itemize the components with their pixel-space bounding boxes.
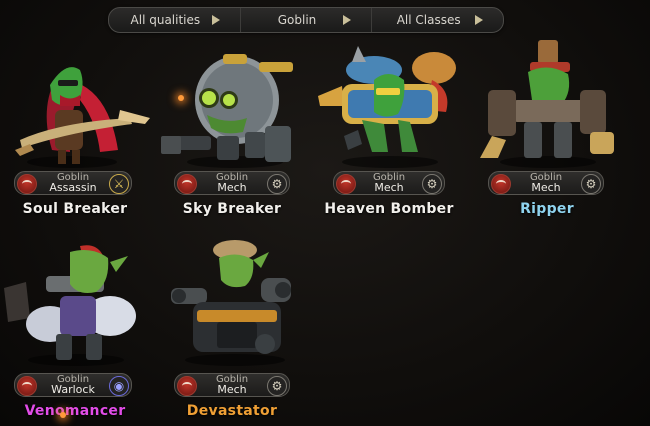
quality-filter[interactable]: All qualities (109, 8, 241, 32)
crossed-blades-icon: ⚔ (109, 174, 129, 194)
hero-portrait (4, 245, 136, 366)
class-filter[interactable]: All Classes (372, 8, 503, 32)
race-filter-label: Goblin (277, 13, 317, 27)
goblin-race-icon (17, 376, 37, 396)
hero-tag: Goblin Mech ⚙ (333, 171, 445, 195)
hero-tag: Goblin Mech ⚙ (174, 171, 290, 195)
hero-name: Sky Breaker (182, 201, 282, 217)
hero-name: Ripper (520, 201, 574, 217)
race-filter[interactable]: Goblin (241, 8, 373, 32)
hero-portrait (480, 40, 614, 168)
class-label: Assassin (49, 181, 97, 194)
hero-tag: Goblin Warlock ◉ (14, 373, 132, 397)
hero-card-sky-breaker[interactable]: Goblin Mech ⚙ Sky Breaker (157, 40, 307, 240)
ember-particle (60, 412, 66, 418)
hero-gallery: All qualities Goblin All Classes Goblin … (0, 0, 650, 426)
hero-portrait (318, 46, 456, 168)
hero-name: Heaven Bomber (324, 201, 454, 217)
hero-card-heaven-bomber[interactable]: Goblin Mech ⚙ Heaven Bomber (314, 40, 464, 240)
class-label: Mech (374, 181, 404, 194)
class-filter-label: All Classes (396, 13, 461, 27)
filter-bar: All qualities Goblin All Classes (108, 7, 504, 33)
gear-icon: ⚙ (581, 174, 601, 194)
hero-card-soul-breaker[interactable]: Goblin Assassin ⚔ Soul Breaker (0, 40, 150, 240)
hero-name: Venomancer (24, 403, 126, 419)
hero-portrait (15, 67, 150, 168)
gear-icon: ⚙ (422, 174, 442, 194)
class-label: Mech (217, 383, 247, 396)
goblin-race-icon (177, 376, 197, 396)
ember-particle (178, 95, 184, 101)
hero-portrait (171, 240, 291, 366)
gear-icon: ⚙ (267, 376, 287, 396)
play-triangle-icon (343, 15, 352, 25)
gear-icon: ⚙ (267, 174, 287, 194)
class-label: Mech (217, 181, 247, 194)
quality-filter-label: All qualities (130, 13, 201, 27)
play-triangle-icon (211, 15, 220, 25)
play-triangle-icon (475, 15, 484, 25)
goblin-race-icon (491, 174, 511, 194)
hero-card-ripper[interactable]: Goblin Mech ⚙ Ripper (472, 40, 622, 240)
hero-card-devastator[interactable]: Goblin Mech ⚙ Devastator (157, 238, 307, 426)
hero-portrait (161, 54, 293, 168)
hero-name: Soul Breaker (22, 201, 128, 217)
hero-name: Devastator (186, 403, 278, 419)
goblin-race-icon (17, 174, 37, 194)
hero-tag: Goblin Mech ⚙ (174, 373, 290, 397)
hero-tag: Goblin Mech ⚙ (488, 171, 604, 195)
class-label: Mech (531, 181, 561, 194)
goblin-race-icon (336, 174, 356, 194)
goblin-race-icon (177, 174, 197, 194)
class-label: Warlock (51, 383, 95, 396)
hero-tag: Goblin Assassin ⚔ (14, 171, 132, 195)
hero-card-venomancer[interactable]: Goblin Warlock ◉ Venomancer (0, 238, 150, 426)
warlock-icon: ◉ (109, 376, 129, 396)
